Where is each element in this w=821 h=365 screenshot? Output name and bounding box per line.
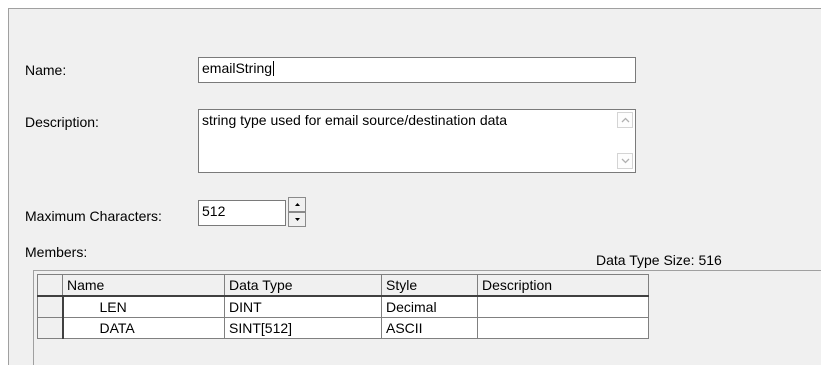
max-chars-input[interactable]: 512 <box>198 200 286 226</box>
scroll-down-button[interactable] <box>617 153 633 169</box>
members-label: Members: <box>25 244 88 260</box>
member-data-type-cell[interactable]: SINT[512] <box>224 317 382 339</box>
chevron-down-icon <box>621 158 629 164</box>
chevron-up-icon <box>621 117 629 123</box>
table-row[interactable]: LEN DINT Decimal <box>37 295 649 318</box>
description-textarea[interactable]: string type used for email source/destin… <box>198 109 636 173</box>
spin-down-icon <box>294 218 300 221</box>
member-name-cell[interactable]: DATA <box>62 317 225 339</box>
column-header-data-type[interactable]: Data Type <box>224 274 382 297</box>
column-header-name[interactable]: Name <box>62 274 225 297</box>
text-caret <box>273 61 275 76</box>
row-selector[interactable] <box>37 295 64 318</box>
member-name-cell[interactable]: LEN <box>62 295 225 318</box>
description-value: string type used for email source/destin… <box>202 112 508 128</box>
name-label: Name: <box>25 62 67 78</box>
member-style-cell[interactable]: Decimal <box>381 295 478 318</box>
row-selector[interactable] <box>37 317 64 339</box>
data-type-size-label: Data Type Size: 516 <box>596 252 722 268</box>
column-header-description[interactable]: Description <box>477 274 649 297</box>
member-description-cell[interactable] <box>477 295 649 318</box>
row-header-corner <box>37 274 63 297</box>
member-description-cell[interactable] <box>477 317 649 339</box>
scroll-up-button[interactable] <box>617 112 633 128</box>
column-header-style[interactable]: Style <box>381 274 478 297</box>
table-row[interactable]: DATA SINT[512] ASCII <box>37 317 649 339</box>
spin-down-button[interactable] <box>288 212 306 227</box>
spin-up-icon <box>294 203 300 206</box>
name-input[interactable]: emailString <box>198 57 636 83</box>
table-header-row: Name Data Type Style Description <box>37 274 649 297</box>
spin-up-button[interactable] <box>288 197 306 212</box>
members-table: Name Data Type Style Description LEN DIN… <box>37 274 649 339</box>
member-data-type-cell[interactable]: DINT <box>224 295 382 318</box>
max-chars-value: 512 <box>202 203 226 219</box>
name-value: emailString <box>202 60 273 76</box>
member-style-cell[interactable]: ASCII <box>381 317 478 339</box>
description-label: Description: <box>25 114 99 130</box>
max-chars-label: Maximum Characters: <box>25 208 162 224</box>
